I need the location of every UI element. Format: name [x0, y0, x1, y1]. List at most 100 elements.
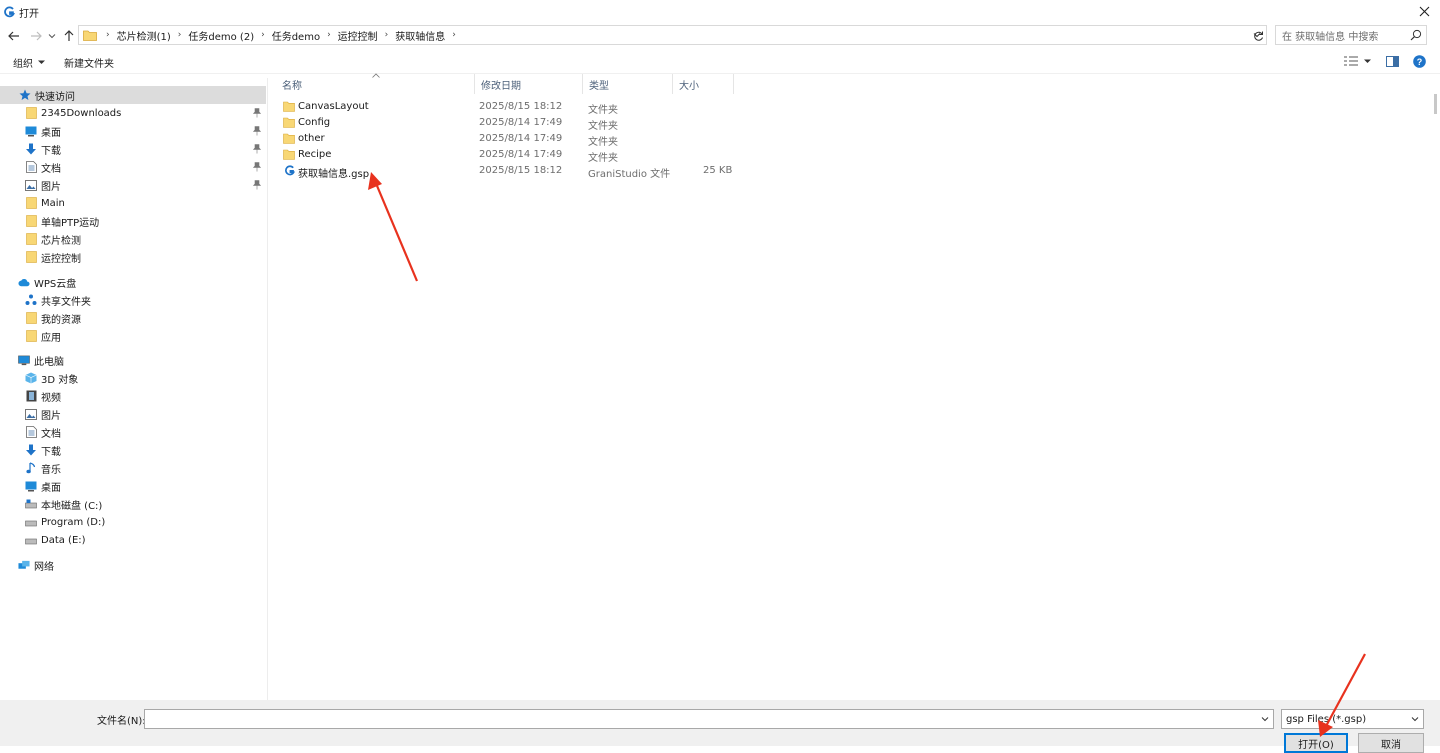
pin-icon[interactable]: [252, 161, 262, 173]
nav-item-music[interactable]: 音乐: [0, 459, 266, 477]
nav-item-pictures-pc[interactable]: 图片: [0, 405, 266, 423]
view-options-icon[interactable]: [1343, 54, 1359, 68]
refresh-icon[interactable]: [1250, 28, 1266, 44]
nav-this-pc[interactable]: 此电脑: [0, 351, 266, 369]
nav-item-main[interactable]: Main: [0, 194, 266, 212]
drive-icon: [25, 498, 37, 510]
recent-locations-chevron-icon[interactable]: [44, 28, 60, 44]
nav-item-drive-e[interactable]: Data (E:): [0, 531, 266, 549]
breadcrumb-item[interactable]: 获取轴信息 ›: [393, 28, 461, 43]
share-icon: [25, 294, 37, 306]
nav-item-single-axis-ptp[interactable]: 单轴PTP运动: [0, 212, 266, 230]
chevron-down-icon[interactable]: [1409, 713, 1421, 725]
nav-item-desktop-pc[interactable]: 桌面: [0, 477, 266, 495]
document-icon: [25, 426, 37, 438]
organize-button[interactable]: 组织: [13, 55, 45, 70]
help-icon[interactable]: ?: [1411, 54, 1427, 68]
file-list: 名称 修改日期 类型 大小 CanvasLayout 2025/8/15 18:…: [276, 73, 1426, 700]
file-row-config[interactable]: Config 2025/8/14 17:49 文件夹: [276, 115, 734, 132]
nav-item-apps[interactable]: 应用: [0, 327, 266, 345]
address-row: › 芯片检测(1) › 任务demo (2) › 任务demo › 运控控制 › 获取轴…: [0, 24, 1440, 48]
breadcrumb-item[interactable]: 芯片检测(1) ›: [115, 28, 187, 43]
address-bar[interactable]: › 芯片检测(1) › 任务demo (2) › 任务demo › 运控控制 › 获取轴…: [78, 25, 1267, 45]
column-header-size[interactable]: 大小: [673, 74, 734, 94]
nav-item-videos[interactable]: 视频: [0, 387, 266, 405]
cube-icon: [25, 372, 37, 384]
file-row-other[interactable]: other 2025/8/14 17:49 文件夹: [276, 131, 734, 148]
column-header-date[interactable]: 修改日期: [475, 74, 583, 94]
nav-item-desktop[interactable]: 桌面: [0, 122, 266, 140]
folder-icon: [283, 101, 295, 112]
pin-icon[interactable]: [252, 179, 262, 191]
forward-arrow-icon[interactable]: [28, 28, 44, 44]
drive-icon: [25, 534, 37, 546]
dialog-footer: 文件名(N): gsp Files (*.gsp) 打开(O) 取消: [0, 700, 1440, 753]
drive-icon: [25, 516, 37, 528]
breadcrumb-item[interactable]: 任务demo (2) ›: [186, 28, 269, 43]
back-arrow-icon[interactable]: [6, 28, 22, 44]
filename-label: 文件名(N):: [97, 716, 146, 727]
nav-item-downloads-pc[interactable]: 下载: [0, 441, 266, 459]
search-input[interactable]: 在 获取轴信息 中搜索: [1275, 25, 1427, 45]
nav-wps-cloud[interactable]: WPS云盘: [0, 273, 266, 291]
folder-icon: [25, 330, 37, 342]
nav-item-pictures[interactable]: 图片: [0, 176, 266, 194]
nav-quick-access[interactable]: 快速访问: [0, 86, 266, 104]
desktop-icon: [25, 480, 37, 492]
file-type-select[interactable]: gsp Files (*.gsp): [1281, 709, 1424, 729]
folder-icon: [283, 149, 295, 160]
cancel-button[interactable]: 取消: [1358, 733, 1424, 753]
column-header-name[interactable]: 名称: [276, 73, 475, 94]
vertical-scrollbar[interactable]: [1430, 74, 1440, 700]
granistudio-file-icon: [283, 165, 295, 176]
search-icon[interactable]: [1410, 29, 1422, 41]
open-button[interactable]: 打开(O): [1284, 733, 1348, 753]
column-header-type[interactable]: 类型: [583, 74, 673, 94]
granistudio-app-icon: [1, 4, 17, 20]
nav-item-drive-c[interactable]: 本地磁盘 (C:): [0, 495, 266, 513]
close-icon[interactable]: [1416, 3, 1432, 19]
pin-icon[interactable]: [252, 107, 262, 119]
nav-item-documents-pc[interactable]: 文档: [0, 423, 266, 441]
pin-icon[interactable]: [252, 143, 262, 155]
chevron-down-icon[interactable]: [1259, 713, 1271, 725]
download-arrow-icon: [25, 444, 37, 456]
folder-icon: [83, 29, 97, 41]
up-arrow-icon[interactable]: [61, 28, 77, 44]
command-bar: 组织 新建文件夹 ?: [0, 48, 1440, 74]
picture-icon: [25, 179, 37, 191]
new-folder-button[interactable]: 新建文件夹: [64, 55, 114, 70]
nav-item-motion-control[interactable]: 运控控制: [0, 248, 266, 266]
nav-item-2345downloads[interactable]: 2345Downloads: [0, 104, 266, 122]
picture-icon: [25, 408, 37, 420]
nav-item-shared-folder[interactable]: 共享文件夹: [0, 291, 266, 309]
nav-item-my-resources[interactable]: 我的资源: [0, 309, 266, 327]
nav-item-downloads[interactable]: 下载: [0, 140, 266, 158]
file-row-recipe[interactable]: Recipe 2025/8/14 17:49 文件夹: [276, 147, 734, 164]
nav-item-drive-d[interactable]: Program (D:): [0, 513, 266, 531]
download-arrow-icon: [25, 143, 37, 155]
title-bar: 打开: [0, 0, 1440, 24]
preview-pane-icon[interactable]: [1384, 54, 1400, 68]
folder-icon: [25, 107, 37, 119]
breadcrumb-item[interactable]: 运控控制 ›: [336, 28, 394, 43]
scrollbar-thumb[interactable]: [1434, 94, 1437, 114]
folder-icon: [25, 312, 37, 324]
file-row-canvaslayout[interactable]: CanvasLayout 2025/8/15 18:12 文件夹: [276, 99, 734, 116]
view-dropdown-icon[interactable]: [1359, 54, 1375, 68]
nav-item-chip-inspection[interactable]: 芯片检测: [0, 230, 266, 248]
open-file-dialog: 打开 › 芯片检测(1) › 任务demo (2) › 任务demo › 运控控制 ›: [0, 0, 1440, 753]
nav-item-documents[interactable]: 文档: [0, 158, 266, 176]
folder-icon: [283, 117, 295, 128]
breadcrumb-item[interactable]: 任务demo ›: [270, 28, 336, 43]
music-note-icon: [25, 462, 37, 474]
folder-icon: [25, 251, 37, 263]
file-row-gsp[interactable]: 获取轴信息.gsp 2025/8/15 18:12 GraniStudio 文件…: [276, 163, 734, 180]
nav-network[interactable]: 网络: [0, 556, 266, 574]
nav-item-3d-objects[interactable]: 3D 对象: [0, 369, 266, 387]
filename-input[interactable]: [144, 709, 1274, 729]
breadcrumb-sep[interactable]: ›: [101, 30, 115, 40]
pin-icon[interactable]: [252, 125, 262, 137]
svg-text:?: ?: [1416, 57, 1422, 67]
document-icon: [25, 161, 37, 173]
